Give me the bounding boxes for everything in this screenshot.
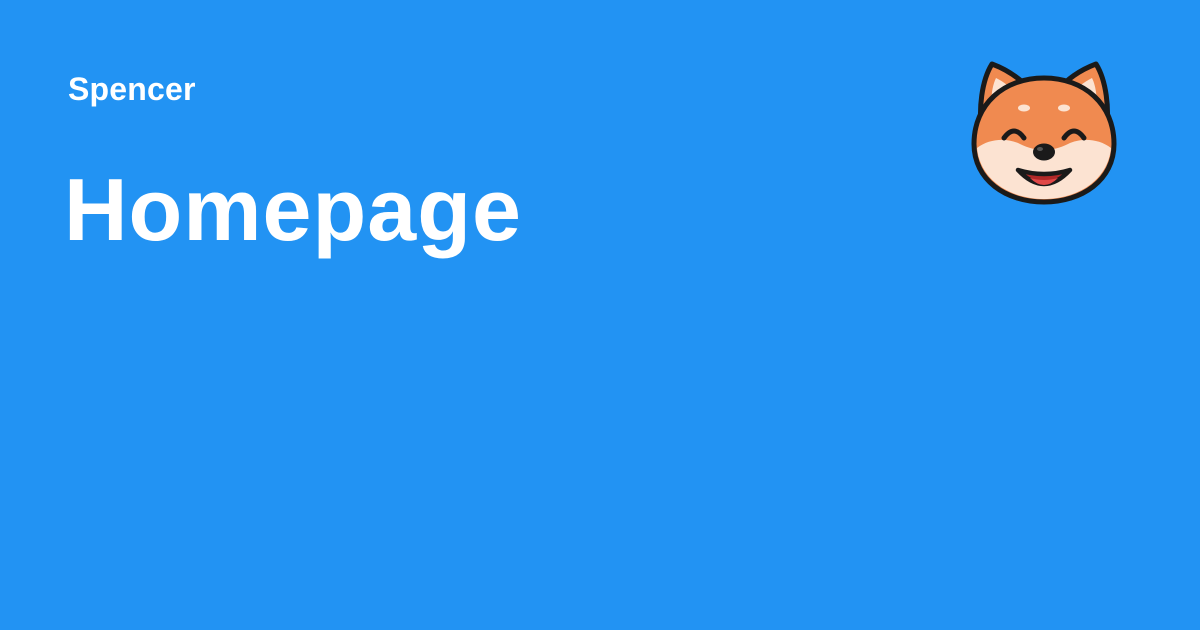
nose-highlight <box>1037 147 1043 151</box>
shiba-inu-dog-face-icon <box>971 61 1117 205</box>
page-title: Homepage <box>64 160 522 259</box>
site-name: Spencer <box>68 71 196 107</box>
nose <box>1033 143 1055 161</box>
social-card: Spencer Homepage <box>0 0 1200 630</box>
left-brow-spot <box>1018 104 1030 112</box>
right-brow-spot <box>1058 104 1070 112</box>
